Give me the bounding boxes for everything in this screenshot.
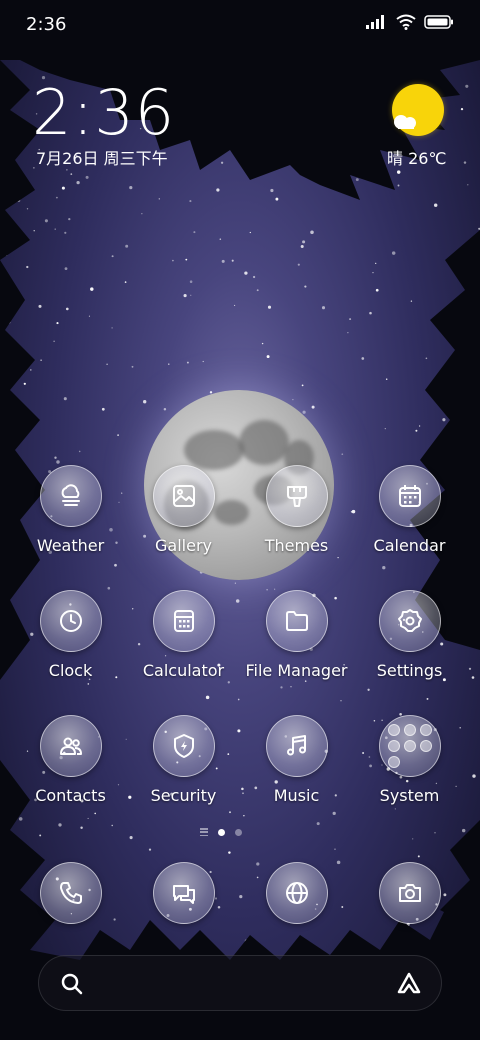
folder-icon[interactable] xyxy=(265,590,328,652)
app-label-contacts: Contacts xyxy=(35,786,106,805)
gear-icon[interactable] xyxy=(378,590,441,652)
app-label-weather: Weather xyxy=(36,536,105,555)
app-label-file-manager: File Manager xyxy=(245,661,348,680)
cloud-icon xyxy=(394,115,416,129)
app-music[interactable]: Music xyxy=(240,715,353,825)
battery-icon xyxy=(424,15,453,29)
app-label-calendar: Calendar xyxy=(373,536,446,555)
app-themes[interactable]: Themes xyxy=(240,465,353,575)
app-label-music: Music xyxy=(273,786,320,805)
wifi-icon xyxy=(396,14,416,30)
messages-icon[interactable] xyxy=(153,862,215,924)
themes-icon[interactable] xyxy=(265,465,328,527)
status-bar: 2:36 xyxy=(0,0,480,50)
app-label-gallery: Gallery xyxy=(155,536,212,555)
music-icon[interactable] xyxy=(265,715,328,777)
app-label-themes: Themes xyxy=(264,536,329,555)
weather-icon[interactable] xyxy=(39,465,102,527)
app-label-security: Security xyxy=(150,786,217,805)
app-weather[interactable]: Weather xyxy=(14,465,127,575)
page-dot xyxy=(235,828,242,836)
app-label-calculator: Calculator xyxy=(142,661,225,680)
search-bar[interactable] xyxy=(38,955,442,1011)
gallery-icon[interactable] xyxy=(152,465,215,527)
app-label-system: System xyxy=(379,786,440,805)
weather-text[interactable]: 晴 26℃ xyxy=(387,145,446,169)
calculator-icon[interactable] xyxy=(152,590,215,652)
app-calculator[interactable]: Calculator xyxy=(127,590,240,700)
app-system-folder[interactable]: System xyxy=(353,715,466,825)
clock-icon[interactable] xyxy=(39,590,102,652)
shield-icon[interactable] xyxy=(152,715,215,777)
signal-icon xyxy=(366,15,384,29)
clock-widget-time[interactable]: 2:36 xyxy=(32,76,175,149)
app-label-clock: Clock xyxy=(48,661,93,680)
app-contacts[interactable]: Contacts xyxy=(14,715,127,825)
browser-icon[interactable] xyxy=(266,862,328,924)
status-icons xyxy=(366,14,454,30)
app-settings[interactable]: Settings xyxy=(353,590,466,700)
camera-icon[interactable] xyxy=(379,862,441,924)
page-indicator[interactable] xyxy=(200,828,242,836)
app-security[interactable]: Security xyxy=(127,715,240,825)
app-calendar[interactable]: Calendar xyxy=(353,465,466,575)
app-label-settings: Settings xyxy=(376,661,443,680)
app-file-manager[interactable]: File Manager xyxy=(240,590,353,700)
assistant-icon[interactable] xyxy=(395,970,423,998)
page-dot-active xyxy=(218,828,225,836)
calendar-icon[interactable] xyxy=(378,465,441,527)
app-gallery[interactable]: Gallery xyxy=(127,465,240,575)
clock-widget-date[interactable]: 7月26日 周三下午 xyxy=(36,145,168,169)
contacts-icon[interactable] xyxy=(39,715,102,777)
search-icon[interactable] xyxy=(59,971,85,997)
phone-icon[interactable] xyxy=(40,862,102,924)
app-clock[interactable]: Clock xyxy=(14,590,127,700)
status-time: 2:36 xyxy=(26,14,67,35)
folder-apps-icon[interactable] xyxy=(378,715,441,777)
app-drawer-indicator-icon xyxy=(200,828,208,836)
